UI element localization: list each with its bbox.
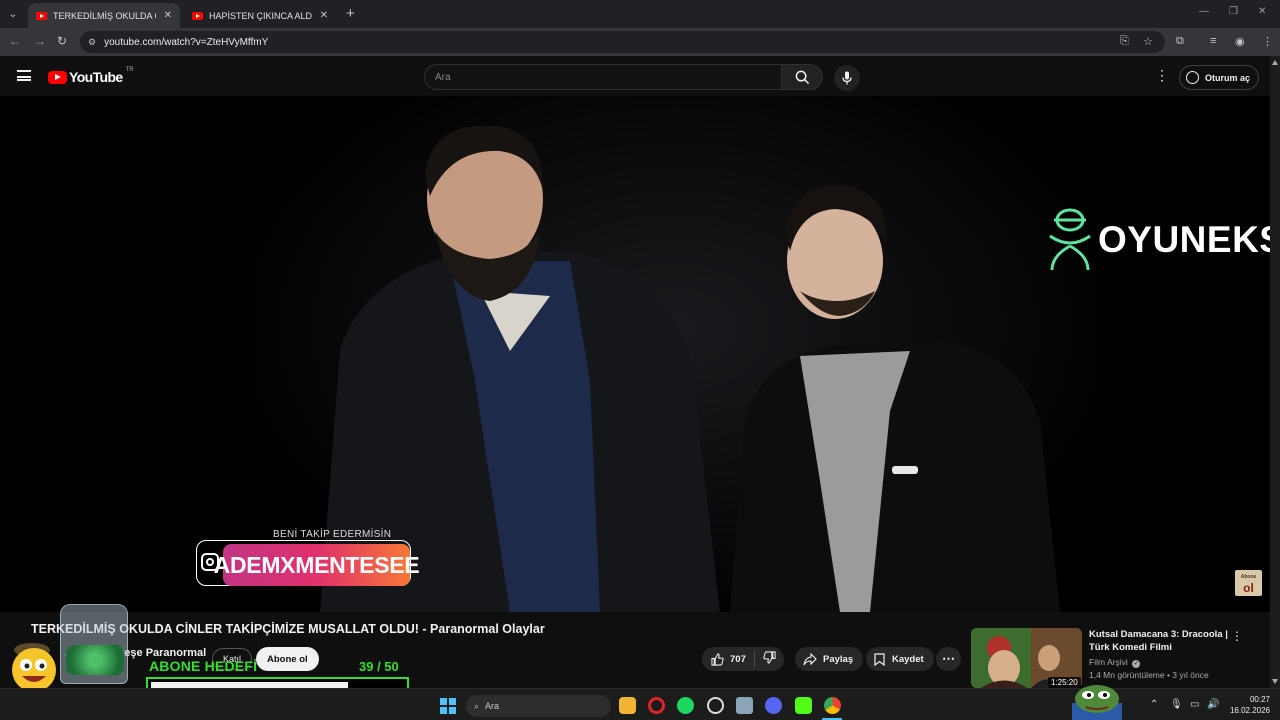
network-icon[interactable]: ▭ — [1190, 699, 1199, 710]
youtube-favicon-icon — [36, 11, 47, 20]
microphone-icon — [842, 71, 852, 85]
browser-toolbar: ← → ↻ ⚙ youtube.com/watch?v=ZteHVyMffmY … — [0, 28, 1280, 56]
tab-close-icon[interactable]: ✕ — [320, 10, 328, 21]
clock-time: 00:27 — [1249, 695, 1270, 704]
verified-check-icon: ✓ — [1132, 660, 1141, 668]
instagram-caption: BENİ TAKİP EDERMİSİN — [273, 529, 392, 540]
discord-icon[interactable] — [765, 697, 782, 714]
windows-start-icon[interactable] — [440, 698, 456, 714]
youtube-logo[interactable]: YouTube TR — [48, 67, 134, 85]
bookmark-star-icon[interactable]: ☆ — [1143, 35, 1153, 48]
youtube-logo-text: YouTube — [69, 69, 123, 85]
pepe-sticker-icon — [1072, 685, 1122, 720]
taskbar-search[interactable]: ⌕ Ara — [466, 695, 611, 717]
jar-coins — [66, 645, 124, 675]
tray-overflow-icon[interactable]: ⌃ — [1150, 699, 1158, 710]
install-app-icon[interactable]: ⎘ — [1120, 35, 1129, 48]
media-controls-icon[interactable]: ≡ — [1210, 35, 1216, 47]
back-arrow-icon[interactable]: ← — [9, 34, 21, 48]
file-explorer-icon[interactable] — [619, 697, 636, 714]
instagram-handle: ADEMXMENTESEE — [214, 544, 420, 586]
like-dislike-group: 707 — [702, 647, 784, 671]
youtube-favicon-icon — [192, 11, 203, 20]
brand-name: OYUNEKS — [1098, 219, 1270, 260]
video-person-right — [730, 185, 1060, 612]
like-button[interactable]: 707 — [711, 652, 746, 666]
taskbar-clock[interactable]: 00:27 16.02.2026 — [1228, 694, 1270, 716]
browser-tabstrip: ⌄ TERKEDİLMİŞ OKULDA CİNLER TA ✕ HAPİSTE… — [0, 0, 1280, 28]
search-placeholder: Ara — [435, 71, 451, 83]
extensions-icon[interactable]: ⧉ — [1176, 35, 1184, 48]
volume-icon[interactable]: 🔊 — [1207, 699, 1219, 710]
kick-icon[interactable] — [795, 697, 812, 714]
window-close-icon[interactable]: ✕ — [1258, 6, 1266, 17]
like-count: 707 — [730, 653, 746, 665]
youtube-play-icon — [48, 70, 67, 84]
video-player[interactable]: OYUNEKS BENİ TAKİP EDERMİSİN ADEMXMENTES… — [0, 96, 1270, 612]
youtube-masthead: YouTube TR Ara ⋮ Oturum aç — [0, 56, 1270, 96]
chrome-icon[interactable] — [824, 697, 841, 714]
forward-arrow-icon[interactable]: → — [34, 34, 46, 48]
recommended-menu-icon[interactable]: ⋮ — [1231, 629, 1243, 643]
sign-in-label: Oturum aç — [1205, 72, 1251, 83]
search-input[interactable]: Ara — [424, 64, 782, 90]
microphone-tray-icon[interactable]: 🎙 — [1170, 699, 1183, 710]
recommended-title[interactable]: Kutsal Damacana 3: Dracoola | Türk Komed… — [1089, 628, 1229, 654]
subscribe-button[interactable]: Abone ol — [256, 647, 319, 671]
scroll-down-icon[interactable] — [1272, 679, 1278, 684]
search-button[interactable] — [781, 64, 823, 90]
subscriber-goal-count: 39 / 50 — [359, 659, 399, 674]
save-button[interactable]: Kaydet — [866, 647, 934, 671]
taskbar-search-placeholder: Ara — [485, 701, 500, 711]
site-info-icon[interactable]: ⚙ — [88, 37, 96, 48]
reload-icon[interactable]: ↻ — [57, 34, 67, 48]
recommended-channel: Film Arşivi ✓ — [1089, 657, 1141, 668]
browser-tab-2[interactable]: HAPİSTEN ÇIKINCA ALDATILDIĞ ✕ — [184, 3, 336, 28]
share-arrow-icon — [803, 652, 817, 665]
oyuneks-watermark: OYUNEKS — [1046, 206, 1270, 274]
recommended-meta: 1,4 Mn görüntüleme • 3 yıl önce — [1089, 670, 1209, 680]
taskbar-search-icon: ⌕ — [474, 700, 480, 711]
restore-icon[interactable]: ❐ — [1229, 6, 1238, 17]
account-icon — [1186, 71, 1199, 84]
minimize-icon[interactable]: — — [1199, 6, 1209, 17]
subscribe-watermark[interactable]: Abone ol — [1235, 570, 1262, 596]
recommended-channel-name: Film Arşivi — [1089, 657, 1128, 667]
thumbs-down-icon — [763, 651, 776, 664]
tab-title: HAPİSTEN ÇIKINCA ALDATILDIĞ — [209, 10, 312, 21]
page-scrollbar[interactable] — [1270, 56, 1280, 688]
clock-date: 16.02.2026 — [1229, 706, 1270, 715]
tab-close-icon[interactable]: ✕ — [164, 10, 172, 21]
tab-title: TERKEDİLMİŞ OKULDA CİNLER TA — [53, 10, 156, 21]
sign-in-button[interactable]: Oturum aç — [1179, 65, 1260, 90]
subscribe-watermark-big: ol — [1243, 581, 1254, 595]
url-text: youtube.com/watch?v=ZteHVyMffmY — [104, 36, 269, 48]
voice-search-button[interactable] — [834, 65, 860, 91]
address-bar[interactable]: ⚙ youtube.com/watch?v=ZteHVyMffmY — [80, 31, 1165, 53]
like-divider — [753, 651, 755, 667]
scroll-up-icon[interactable] — [1272, 60, 1278, 65]
bookmark-icon — [874, 652, 885, 666]
more-actions-button[interactable]: ⋯ — [936, 647, 961, 671]
new-tab-button[interactable]: + — [346, 5, 355, 22]
settings-kebab-icon[interactable]: ⋮ — [1155, 68, 1169, 82]
subscriber-goal-label: ABONE HEDEFİ — [149, 658, 258, 674]
opera-icon[interactable] — [648, 697, 665, 714]
search-icon — [795, 70, 809, 84]
guide-menu-icon[interactable] — [17, 70, 31, 81]
save-label: Kaydet — [892, 653, 924, 665]
tab-search-chevron-icon[interactable]: ⌄ — [4, 5, 22, 23]
share-label: Paylaş — [823, 653, 854, 665]
chrome-menu-icon[interactable]: ⋮ — [1262, 35, 1273, 48]
browser-tab-1[interactable]: TERKEDİLMİŞ OKULDA CİNLER TA ✕ — [28, 3, 180, 28]
share-button[interactable]: Paylaş — [795, 647, 864, 671]
spotify-icon[interactable] — [677, 697, 694, 714]
country-code: TR — [125, 67, 134, 73]
oyuneks-logo-icon — [1049, 208, 1091, 271]
steelseries-icon[interactable] — [707, 697, 724, 714]
settings-app-icon[interactable] — [736, 697, 753, 714]
dislike-button[interactable] — [763, 651, 776, 667]
thumbs-up-icon — [711, 652, 724, 666]
profile-icon[interactable]: ◉ — [1235, 35, 1245, 48]
